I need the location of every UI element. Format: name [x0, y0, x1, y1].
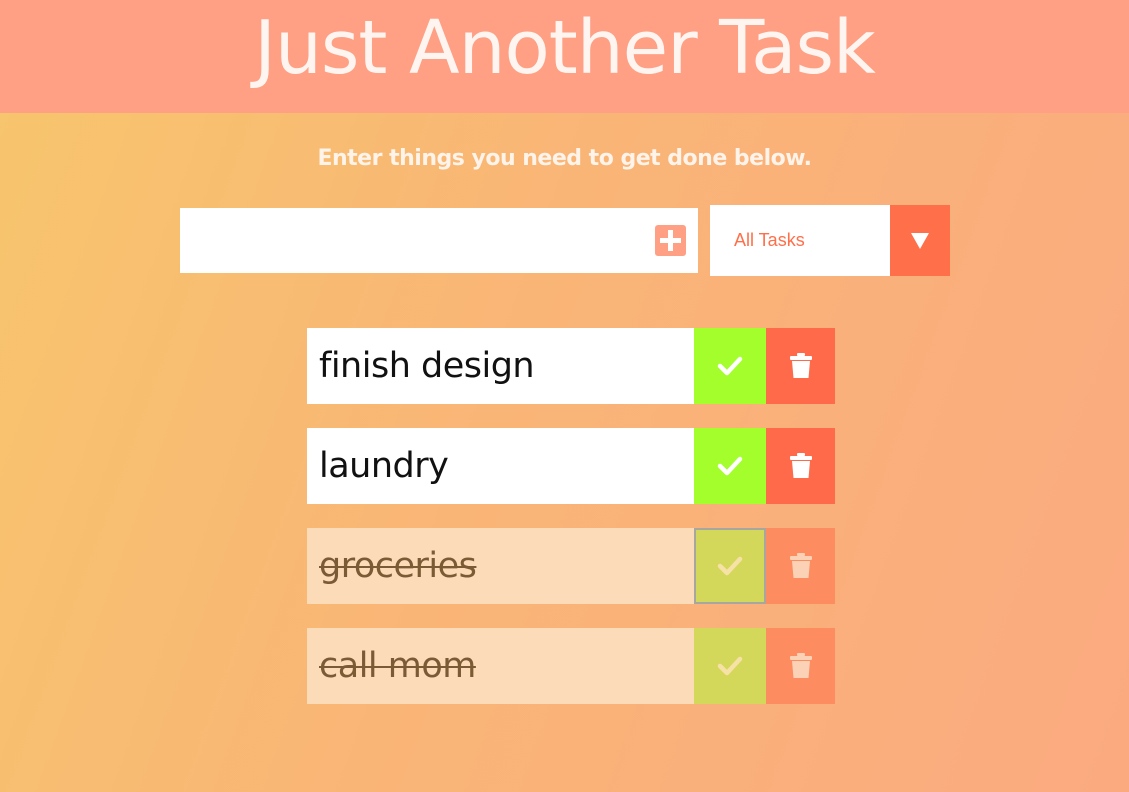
task-input-container — [180, 208, 698, 273]
complete-button[interactable] — [694, 428, 766, 504]
delete-button[interactable] — [766, 428, 835, 504]
todo-item-completed: groceries — [307, 528, 835, 604]
todo-text: finish design — [307, 328, 694, 404]
trash-icon — [789, 553, 812, 578]
todo-text: call mom — [307, 628, 694, 704]
todo-text: laundry — [307, 428, 694, 504]
delete-button[interactable] — [766, 528, 835, 604]
app-header: Just Another Task — [0, 0, 1129, 113]
caret-down-icon — [911, 232, 929, 249]
todo-item-completed: call mom — [307, 628, 835, 704]
complete-button[interactable] — [694, 328, 766, 404]
task-input[interactable] — [180, 208, 640, 273]
delete-button[interactable] — [766, 628, 835, 704]
check-icon — [717, 456, 743, 476]
filter-selected-label: All Tasks — [734, 230, 805, 250]
trash-icon — [789, 453, 812, 478]
todo-text: groceries — [307, 528, 694, 604]
trash-icon — [789, 353, 812, 378]
filter-dropdown-toggle[interactable] — [890, 205, 950, 276]
plus-square-icon — [660, 230, 681, 251]
delete-button[interactable] — [766, 328, 835, 404]
complete-button[interactable] — [694, 528, 766, 604]
check-icon — [717, 556, 743, 576]
todo-item: finish design — [307, 328, 835, 404]
check-icon — [717, 656, 743, 676]
complete-button[interactable] — [694, 628, 766, 704]
trash-icon — [789, 653, 812, 678]
filter-select[interactable]: All Tasks — [710, 205, 950, 276]
instructions-text: Enter things you need to get done below. — [317, 146, 812, 171]
check-icon — [717, 356, 743, 376]
add-task-button[interactable] — [655, 225, 686, 256]
app-title: Just Another Task — [254, 4, 876, 91]
todo-item: laundry — [307, 428, 835, 504]
